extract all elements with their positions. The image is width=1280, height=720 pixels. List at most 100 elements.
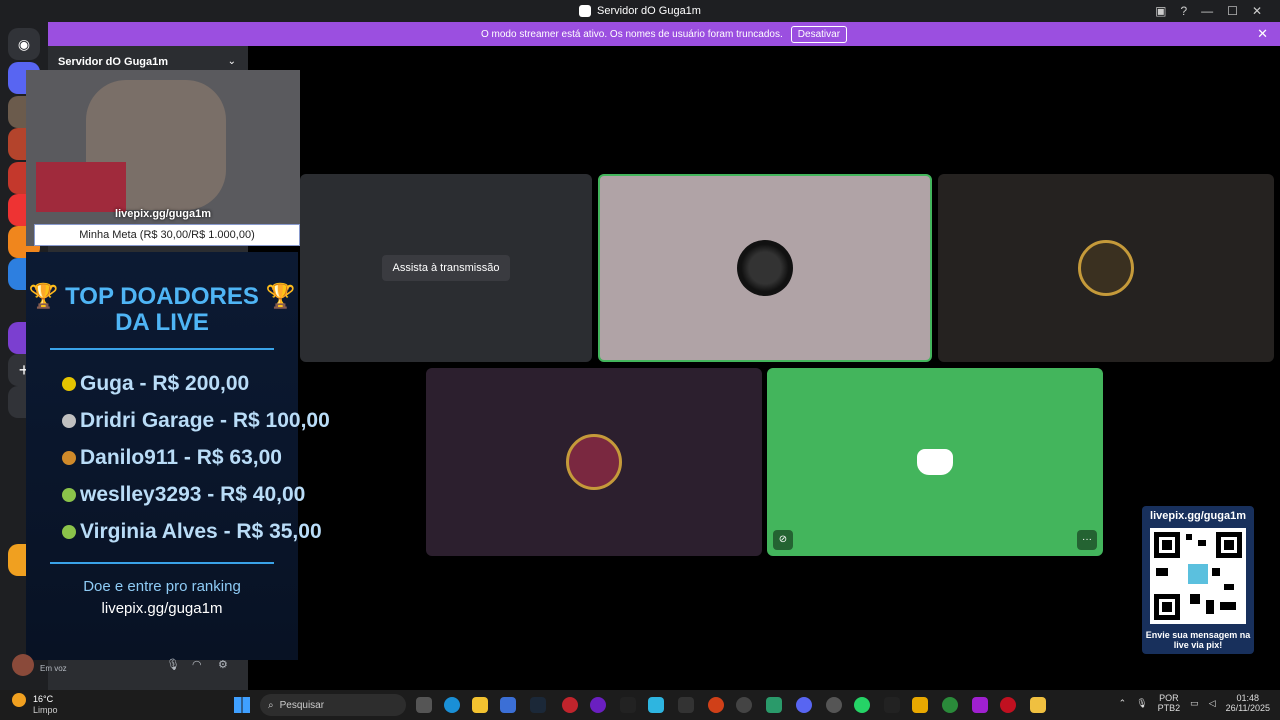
microphone-icon[interactable]: 🎙 [166, 658, 180, 671]
windows-taskbar: 16°C Limpo ⌕ Pesquisar ⌃ 🎙 POR PTB2 ▭ ◁ … [0, 690, 1280, 720]
minimize-button[interactable]: — [1201, 4, 1213, 18]
donation-goal-bar: Minha Meta (R$ 30,00/R$ 1.000,00) [34, 224, 300, 246]
medal-icon [62, 488, 76, 502]
keyboard-layout: PTB2 [1157, 703, 1181, 713]
avatar [1078, 240, 1134, 296]
divider [50, 348, 274, 350]
maximize-button[interactable]: ☐ [1227, 4, 1238, 18]
donor-row: Virginia Alves - R$ 35,00 [62, 520, 322, 544]
top-donors-panel: 🏆 TOP DOADORES 🏆 DA LIVE Guga - R$ 200,0… [26, 252, 330, 660]
donor-row: Danilo911 - R$ 63,00 [62, 446, 282, 470]
discord-home-icon[interactable]: ◉ [8, 28, 40, 60]
app-icon[interactable] [942, 697, 958, 713]
app-icon[interactable] [1000, 697, 1016, 713]
discord-logo-icon [917, 449, 953, 475]
close-icon[interactable]: ✕ [1257, 26, 1268, 42]
qr-caption: Envie sua mensagem na live via pix! [1145, 630, 1251, 650]
silver-medal-icon [62, 414, 76, 428]
bronze-medal-icon [62, 451, 76, 465]
avatar [566, 434, 622, 490]
user-panel: Em voz 🎙 ◠ ⚙ [0, 650, 248, 690]
clock[interactable]: 01:48 26/11/2025 [1226, 693, 1270, 713]
donors-title: 🏆 TOP DOADORES 🏆 [28, 283, 296, 310]
whatsapp-icon[interactable] [854, 697, 870, 713]
window-title: Servidor dO Guga1m [597, 5, 701, 17]
chevron-down-icon[interactable]: ⌄ [228, 56, 236, 67]
video-off-icon[interactable]: ⊘ [773, 530, 793, 550]
headphones-icon[interactable]: ◠ [192, 658, 202, 671]
date: 26/11/2025 [1225, 703, 1270, 713]
chevron-up-icon[interactable]: ⌃ [1119, 698, 1127, 709]
more-options-icon[interactable]: ··· [1077, 530, 1097, 550]
participant-tile[interactable] [938, 174, 1274, 362]
donors-subtitle: DA LIVE [115, 309, 209, 336]
app-icon[interactable] [736, 697, 752, 713]
avatar[interactable] [12, 654, 34, 676]
webcam-overlay: livepix.gg/guga1m Minha Meta (R$ 30,00/R… [26, 70, 300, 246]
help-icon[interactable]: ? [1180, 4, 1187, 18]
app-icon[interactable] [708, 697, 724, 713]
qr-title: livepix.gg/guga1m [1150, 510, 1246, 522]
close-window-button[interactable]: ✕ [1252, 4, 1262, 18]
participant-tile[interactable]: ⊘ ··· [767, 368, 1103, 556]
store-icon[interactable] [500, 697, 516, 713]
app-icon[interactable] [648, 697, 664, 713]
system-tray: ⌃ 🎙 POR PTB2 ▭ ◁ 01:48 26/11/2025 [1119, 693, 1270, 713]
title-bar: Servidor dO Guga1m ▣ ? — ☐ ✕ [0, 0, 1280, 22]
voice-stage: Assista à transmissão ⊘ ··· [248, 46, 1280, 690]
app-icon[interactable] [766, 697, 782, 713]
amazon-icon[interactable] [620, 697, 636, 713]
stream-tile[interactable]: Assista à transmissão [300, 174, 592, 362]
donor-text: Dridri Garage - R$ 100,00 [80, 409, 330, 432]
file-explorer-icon[interactable] [472, 697, 488, 713]
weather-desc: Limpo [33, 705, 58, 715]
steam-icon[interactable] [530, 697, 546, 713]
donor-text: Guga - R$ 200,00 [80, 372, 250, 395]
task-view-icon[interactable] [416, 697, 432, 713]
webcam-url: livepix.gg/guga1m [115, 208, 211, 220]
disable-streamer-mode-button[interactable]: Desativar [790, 25, 848, 43]
app-icon[interactable] [562, 697, 578, 713]
language-indicator[interactable]: POR PTB2 [1158, 693, 1181, 713]
inbox-icon[interactable]: ▣ [1155, 4, 1166, 18]
donor-text: weslley3293 - R$ 40,00 [80, 483, 306, 506]
taskbar-search[interactable]: ⌕ Pesquisar [260, 694, 406, 716]
windows-start-icon[interactable] [234, 697, 250, 713]
avatar [737, 240, 793, 296]
network-icon[interactable]: ▭ [1190, 698, 1199, 709]
app-icon[interactable] [1030, 697, 1046, 713]
divider [50, 562, 274, 564]
edge-browser-icon[interactable] [444, 697, 460, 713]
qr-overlay: livepix.gg/guga1m Envie sua mensagem na … [1142, 506, 1254, 654]
streamer-mode-banner: O modo streamer está ativo. Os nomes de … [48, 22, 1280, 46]
banner-text: O modo streamer está ativo. Os nomes de … [480, 28, 783, 40]
participant-tile[interactable] [598, 174, 932, 362]
search-icon: ⌕ [268, 699, 274, 711]
donors-footer: Doe e entre pro ranking [83, 578, 241, 595]
app-icon[interactable] [912, 697, 928, 713]
search-placeholder: Pesquisar [279, 699, 325, 711]
epic-games-icon[interactable] [678, 697, 694, 713]
discord-taskbar-icon[interactable] [796, 697, 812, 713]
server-name[interactable]: Servidor dO Guga1m [58, 56, 168, 68]
app-icon[interactable] [972, 697, 988, 713]
medal-icon [62, 525, 76, 539]
donor-text: Danilo911 - R$ 63,00 [80, 446, 282, 469]
time: 01:48 [1236, 693, 1260, 703]
weather-temp[interactable]: 16°C [33, 694, 53, 704]
volume-icon[interactable]: ◁ [1209, 698, 1216, 709]
microphone-tray-icon[interactable]: 🎙 [1136, 698, 1147, 709]
participant-tile[interactable] [426, 368, 762, 556]
weather-icon[interactable] [12, 693, 26, 707]
settings-gear-icon[interactable]: ⚙ [218, 658, 228, 671]
app-icon[interactable] [590, 697, 606, 713]
watch-stream-button[interactable]: Assista à transmissão [381, 255, 511, 281]
webcam-feed [36, 162, 126, 212]
donor-row: Guga - R$ 200,00 [62, 372, 249, 396]
donor-row: Dridri Garage - R$ 100,00 [62, 409, 330, 433]
donor-row: weslley3293 - R$ 40,00 [62, 483, 305, 507]
chrome-icon[interactable] [826, 697, 842, 713]
donation-goal-text: Minha Meta (R$ 30,00/R$ 1.000,00) [79, 229, 255, 241]
app-icon[interactable] [884, 697, 900, 713]
discord-app-icon [579, 5, 592, 17]
